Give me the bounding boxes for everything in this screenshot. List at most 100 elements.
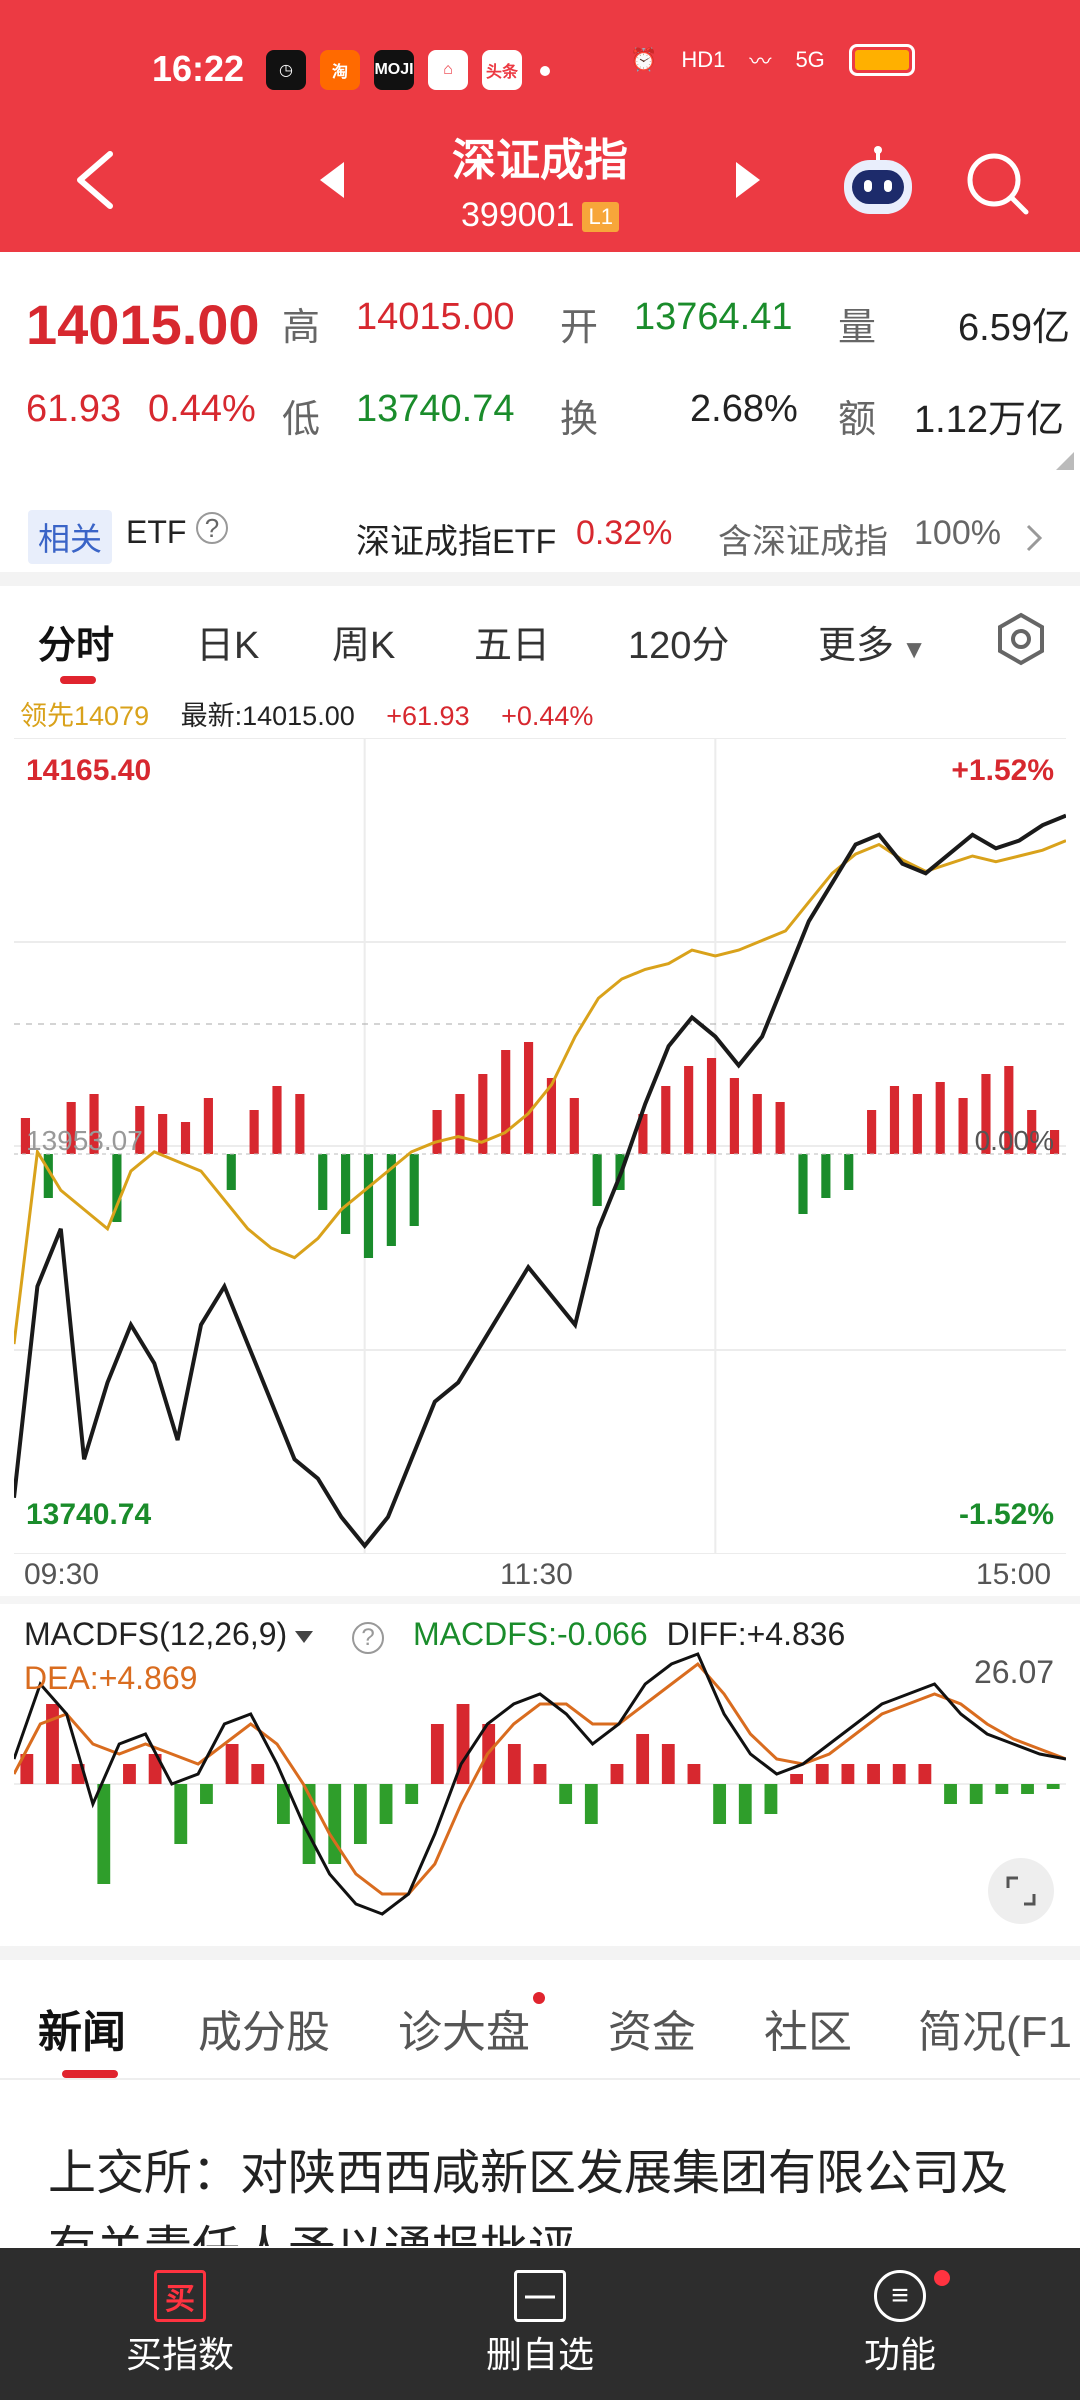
next-stock-arrow-icon[interactable]	[736, 162, 760, 198]
related-tag: 相关	[28, 510, 113, 564]
macd-bar	[123, 1764, 136, 1784]
buy-index-button[interactable]: 买 买指数	[80, 2248, 280, 2378]
home-app-icon: ⌂	[428, 50, 468, 90]
tab-five-day[interactable]: 五日	[474, 614, 550, 669]
current-price: 14015.00	[26, 293, 260, 356]
macd-bar	[46, 1704, 59, 1784]
tab-market-diagnosis[interactable]: 诊大盘	[398, 1996, 530, 2060]
volume-bar	[935, 1082, 945, 1154]
turnover-label: 换	[560, 399, 599, 441]
volume-bar	[844, 1154, 854, 1190]
macd-bar	[328, 1784, 342, 1864]
macd-bar	[764, 1784, 778, 1814]
tab-120-min[interactable]: 120分	[628, 614, 729, 669]
volume-bar	[569, 1098, 579, 1154]
tab-active-indicator	[60, 676, 96, 684]
quote-panel: 14015.00 61.93 0.44% 高 14015.00 低 13740.…	[0, 252, 1080, 482]
volume-bar	[501, 1050, 511, 1154]
taobao-icon: 淘	[320, 50, 360, 90]
robot-assistant-icon[interactable]	[838, 146, 918, 218]
macd-chart[interactable]	[14, 1604, 1066, 1940]
stock-detail-page: 16:22 ◷ 淘 MOJI ⌂ 头条 ⏰ HD1 〰 5G 深证成指 3990…	[0, 0, 1080, 2400]
macd-bar	[918, 1764, 932, 1784]
volume-bar	[455, 1094, 465, 1154]
functions-button[interactable]: ≡ 功能	[800, 2248, 1000, 2378]
buy-icon: 买	[154, 2270, 206, 2322]
pct-min-label: -1.52%	[959, 1498, 1054, 1531]
macd-bar	[353, 1784, 367, 1844]
latest-value: 最新:14015.00	[180, 701, 355, 731]
volume-bar	[272, 1086, 282, 1154]
header: 16:22 ◷ 淘 MOJI ⌂ 头条 ⏰ HD1 〰 5G 深证成指 3990…	[0, 0, 1080, 252]
toutiao-icon: 头条	[482, 50, 522, 90]
battery-icon	[848, 44, 915, 76]
remove-watchlist-button[interactable]: — 删自选	[440, 2248, 640, 2378]
macd-bar	[995, 1784, 1009, 1794]
status-right: ⏰ HD1 〰 5G	[630, 44, 915, 76]
settings-hexagon-icon[interactable]	[994, 612, 1048, 666]
macd-bar	[379, 1784, 393, 1824]
macd-bar	[97, 1784, 111, 1884]
help-icon[interactable]: ?	[352, 1622, 385, 1654]
help-icon[interactable]: ?	[196, 512, 228, 544]
info-tabs: 新闻 成分股 诊大盘 资金 社区 简况(F1	[0, 1960, 1080, 2080]
page-title: 深证成指	[452, 136, 628, 185]
more-notifications-dot	[540, 66, 550, 76]
expand-quote-corner-icon[interactable]	[1056, 452, 1074, 470]
volume-bar	[889, 1086, 900, 1154]
tab-news[interactable]: 新闻	[38, 1996, 126, 2060]
remove-watchlist-label: 删自选	[485, 2334, 594, 2375]
tab-more[interactable]: 更多 ▼	[818, 614, 927, 669]
macd-bar	[738, 1784, 752, 1824]
macd-max-label: 26.07	[974, 1654, 1055, 1690]
volume-bar	[318, 1154, 328, 1210]
volume-bar	[409, 1154, 419, 1226]
volume-bar	[203, 1098, 213, 1154]
low-label: 低	[282, 399, 321, 441]
chevron-right-icon	[1026, 524, 1043, 552]
wifi-icon: 〰	[749, 49, 772, 74]
y-max-label: 14165.40	[26, 754, 151, 787]
intraday-chart[interactable]: 14165.40 13740.74 +1.52% -1.52% 13953.07…	[14, 738, 1066, 1554]
tab-intraday[interactable]: 分时	[38, 614, 114, 669]
x-tick-mid-label: 11:30	[500, 1558, 573, 1591]
volume-bar	[661, 1086, 671, 1154]
volume-bar	[249, 1110, 259, 1154]
network-label: 5G	[795, 47, 825, 72]
volume-bar	[867, 1110, 877, 1154]
price-change: 61.93	[26, 388, 122, 430]
tab-daily-k[interactable]: 日K	[196, 614, 259, 669]
latest-pct: +0.44%	[501, 701, 594, 731]
tab-weekly-k[interactable]: 周K	[332, 614, 395, 669]
macd-dropdown-icon[interactable]	[295, 1630, 314, 1643]
amount-label: 额	[838, 399, 877, 441]
tab-capital[interactable]: 资金	[608, 1996, 696, 2060]
macd-title[interactable]: MACDFS(12,26,9)	[24, 1616, 287, 1652]
moji-icon: MOJI	[374, 50, 414, 90]
news-headline[interactable]: 上交所：对陕西西咸新区发展集团有限公司及有关责任人予以通报批评	[48, 2136, 1048, 2246]
turnover-value: 2.68%	[690, 388, 798, 430]
macd-bar	[1046, 1784, 1060, 1789]
functions-label: 功能	[863, 2334, 936, 2375]
high-label: 高	[282, 307, 321, 349]
macd-bar	[815, 1764, 829, 1784]
fullscreen-button[interactable]	[988, 1858, 1054, 1924]
macd-bar	[559, 1784, 573, 1804]
volume-bar	[158, 1114, 168, 1154]
status-time: 16:22	[152, 48, 245, 89]
tab-profile[interactable]: 简况(F1	[918, 1996, 1072, 2060]
pct-zero-label: 0.00%	[975, 1125, 1054, 1156]
tab-constituents[interactable]: 成分股	[198, 1996, 330, 2060]
volume-value: 6.59亿	[958, 307, 1070, 349]
volume-bar	[775, 1102, 785, 1154]
search-icon[interactable]	[964, 150, 1030, 216]
macd-bar	[892, 1764, 906, 1784]
volume-bar	[798, 1154, 808, 1214]
macd-bar	[430, 1724, 444, 1784]
macd-bar	[636, 1734, 650, 1784]
leader-value: 领先14079	[20, 701, 150, 731]
macd-bar	[533, 1764, 547, 1784]
related-etf-row[interactable]: 相关 ETF ? 深证成指ETF 0.32% 含深证成指 100%	[0, 494, 1080, 574]
etf-name: 深证成指ETF	[356, 523, 557, 561]
tab-community[interactable]: 社区	[764, 1996, 852, 2060]
